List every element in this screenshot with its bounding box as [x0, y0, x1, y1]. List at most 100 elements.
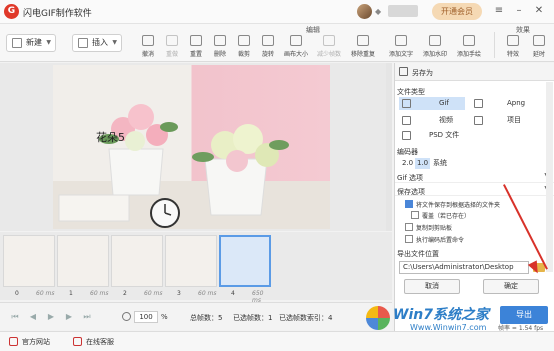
- website-link[interactable]: 官方网站: [22, 337, 50, 347]
- frame-index: 2: [123, 290, 127, 297]
- delay-button[interactable]: 延时: [528, 35, 550, 58]
- format-project[interactable]: 项目: [471, 114, 543, 127]
- vip-button[interactable]: 开通会员: [432, 3, 482, 20]
- reduce-frames-icon: [323, 35, 335, 46]
- file-type-label: 文件类型: [397, 88, 425, 96]
- effects-button[interactable]: 特效: [502, 35, 524, 58]
- format-psd[interactable]: PSD 文件: [399, 129, 465, 142]
- insert-icon: [78, 38, 88, 48]
- export-button[interactable]: 导出: [500, 306, 548, 324]
- minimize-icon[interactable]: –: [512, 4, 526, 18]
- apng-icon: [474, 99, 483, 108]
- zoom-icon: [122, 312, 131, 321]
- insert-button-label: 插入: [92, 38, 108, 47]
- edit-group-label: 编辑: [306, 26, 320, 34]
- selected-frame-index: 已选帧数索引：4: [279, 314, 333, 322]
- flower-photo: [53, 104, 330, 229]
- play-icon[interactable]: ▶: [46, 312, 56, 322]
- support-link[interactable]: 在线客服: [86, 337, 114, 347]
- previous-frame-icon[interactable]: ◀: [28, 312, 38, 322]
- last-frame-icon[interactable]: ⏭: [82, 312, 92, 322]
- canvas-size-icon: [290, 35, 302, 46]
- format-video[interactable]: 视频: [399, 114, 465, 127]
- title-bar: G 闪电GIF制作软件 ◆ 开通会员 ≡ – ✕: [0, 0, 554, 24]
- gif-options-label: Gif 选项: [397, 174, 424, 182]
- reset-icon: [190, 35, 202, 46]
- watermark-icon: [429, 35, 441, 46]
- overwrite-checkbox[interactable]: [411, 211, 419, 219]
- export-path-input[interactable]: C:\Users\Administrator\Desktop: [399, 261, 529, 274]
- frame-delay: 60 ms: [198, 290, 217, 297]
- delay-label: 延时: [532, 51, 545, 58]
- encoder-option-selected[interactable]: 1.0: [415, 158, 431, 169]
- reduce-frames-button[interactable]: 减少帧数: [317, 35, 341, 58]
- thumbnail-image: [57, 235, 109, 287]
- remove-duplicates-icon: [357, 35, 369, 46]
- new-file-icon: [12, 38, 22, 48]
- frame-thumbnail[interactable]: 3 60 ms: [165, 235, 217, 299]
- add-drawing-button[interactable]: 添加手绘: [457, 35, 481, 58]
- post-encode-command-checkbox[interactable]: [405, 235, 413, 243]
- diamond-icon: ◆: [375, 7, 382, 16]
- canvas-size-button[interactable]: 画布大小: [284, 35, 308, 58]
- format-label: Gif: [439, 99, 449, 107]
- export-location-label: 导出文件位置: [397, 250, 439, 258]
- frame-index: 4: [231, 290, 235, 297]
- thumbnail-image: [3, 235, 55, 287]
- undo-button[interactable]: 撤消: [137, 35, 159, 58]
- rotate-button[interactable]: 旋转: [257, 35, 279, 58]
- frame-index: 3: [177, 290, 181, 297]
- insert-button[interactable]: 插入 ▼: [72, 34, 122, 52]
- canvas-area[interactable]: 花朵5: [0, 63, 392, 231]
- close-icon[interactable]: ✕: [532, 4, 546, 18]
- next-frame-icon[interactable]: ▶: [64, 312, 74, 322]
- first-frame-icon[interactable]: ⏮: [10, 312, 20, 322]
- save-to-folder-checkbox[interactable]: [405, 200, 413, 208]
- encoder-option[interactable]: 系统: [431, 158, 449, 169]
- frame-delay: 60 ms: [144, 290, 163, 297]
- encoder-option[interactable]: 2.0: [400, 158, 415, 169]
- frame-thumbnail[interactable]: 0 60 ms: [3, 235, 55, 299]
- thumbnail-image: [165, 235, 217, 287]
- format-label: Apng: [507, 99, 526, 107]
- avatar[interactable]: [357, 4, 372, 19]
- zoom-input[interactable]: 100: [134, 311, 158, 323]
- app-logo: G: [4, 4, 19, 19]
- add-text-button[interactable]: 添加文字: [389, 35, 413, 58]
- copy-to-clipboard-checkbox[interactable]: [405, 223, 413, 231]
- canvas-scrollbar[interactable]: [386, 63, 392, 231]
- gif-options-dropdown[interactable]: Gif 选项 ▼: [395, 171, 554, 183]
- panel-header: 另存为: [395, 63, 554, 81]
- crop-button[interactable]: 裁剪: [233, 35, 255, 58]
- format-gif[interactable]: Gif: [399, 97, 465, 110]
- format-apng[interactable]: Apng: [471, 97, 543, 110]
- frame-thumbnail-selected[interactable]: 4 650 ms: [219, 235, 271, 304]
- new-button-label: 新建: [26, 38, 42, 47]
- save-to-folder-label: 将文件保存到根据选择的文件夹: [416, 202, 501, 209]
- frame-delay: 60 ms: [36, 290, 55, 297]
- redo-button[interactable]: 重做: [161, 35, 183, 58]
- frame-delay: 60 ms: [90, 290, 109, 297]
- redo-icon: [166, 35, 178, 46]
- video-icon: [402, 116, 411, 125]
- text-icon: [395, 35, 407, 46]
- rotate-label: 旋转: [261, 51, 274, 58]
- selected-frames: 已选帧数：1: [233, 314, 273, 322]
- new-button[interactable]: 新建 ▼: [6, 34, 56, 52]
- panel-scrollbar[interactable]: [546, 82, 553, 272]
- remove-duplicates-button[interactable]: 移除重复: [351, 35, 375, 58]
- frame-thumbnail[interactable]: 1 60 ms: [57, 235, 109, 299]
- zoom-unit: %: [161, 313, 168, 321]
- menu-icon[interactable]: ≡: [492, 4, 506, 18]
- ok-button[interactable]: 确定: [483, 279, 539, 294]
- save-options-label: 保存选项: [397, 188, 425, 196]
- frame-thumbnail[interactable]: 2 60 ms: [111, 235, 163, 299]
- frame-index: 1: [69, 290, 73, 297]
- playback-bar: ⏮ ◀ ▶ ▶ ⏭ 100 % 总帧数：5 已选帧数：1 已选帧数索引：4: [0, 302, 392, 330]
- delete-button[interactable]: 删除: [209, 35, 231, 58]
- support-icon: [73, 337, 82, 346]
- panel-title: 另存为: [412, 69, 433, 77]
- reset-button[interactable]: 重置: [185, 35, 207, 58]
- add-watermark-button[interactable]: 添加水印: [423, 35, 447, 58]
- cancel-button[interactable]: 取消: [404, 279, 460, 294]
